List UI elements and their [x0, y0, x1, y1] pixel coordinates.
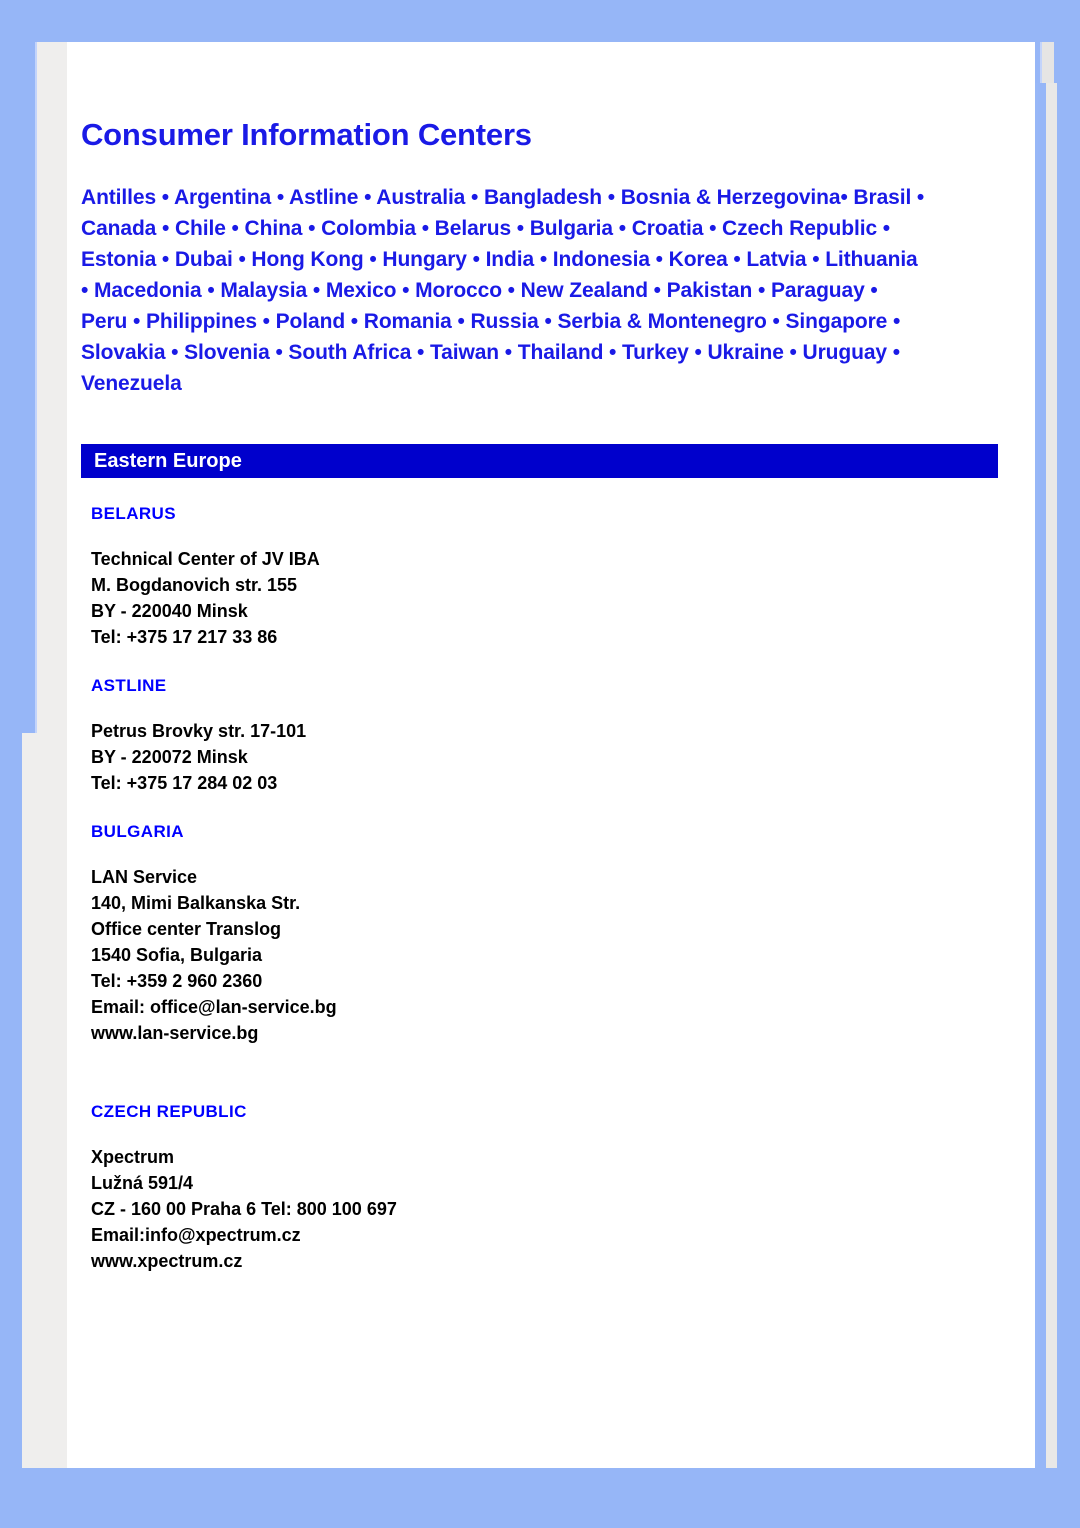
- region-section-header: Eastern Europe: [81, 444, 998, 479]
- country-index-line: Slovakia • Slovenia • South Africa • Tai…: [81, 341, 900, 365]
- address-line: Office center Translog: [91, 919, 282, 940]
- address-line: Xpectrum: [91, 1147, 175, 1168]
- page-edge-rail-blue: [1035, 83, 1038, 1468]
- page-edge-rail-top: [1040, 42, 1054, 83]
- page-edge-rail-gray: [1046, 83, 1057, 1468]
- address-line: Technical Center of JV IBA: [91, 549, 320, 570]
- address-line-phone: Tel: +375 17 217 33 86: [91, 627, 278, 648]
- address-line: M. Bogdanovich str. 155: [91, 575, 298, 596]
- address-line: LAN Service: [91, 867, 198, 888]
- country-index-line: Estonia • Dubai • Hong Kong • Hungary • …: [81, 248, 918, 272]
- country-index-line: Canada • Chile • China • Colombia • Bela…: [81, 217, 891, 241]
- page-gutter-lower: [22, 733, 67, 1468]
- address-line-email: Email: office@lan-service.bg: [91, 997, 337, 1018]
- contact-entry-address: Technical Center of JV IBA M. Bogdanovic…: [81, 546, 1021, 650]
- address-line-phone: Tel: +359 2 960 2360: [91, 971, 263, 992]
- address-line-website: www.xpectrum.cz: [91, 1251, 243, 1272]
- country-index-list: Antilles • Argentina • Astline • Austral…: [81, 152, 1031, 399]
- contact-entry-heading: CZECH REPUBLIC: [91, 1102, 247, 1122]
- page-gutter-upper: [35, 42, 69, 734]
- contact-entry-belarus: BELARUS Technical Center of JV IBA M. Bo…: [81, 504, 1021, 650]
- contact-entry-czech-republic: CZECH REPUBLIC Xpectrum Lužná 591/4 CZ -…: [81, 1102, 1021, 1274]
- page-title: Consumer Information Centers: [81, 117, 532, 152]
- contact-entry-heading: BULGARIA: [91, 822, 184, 842]
- address-line: 1540 Sofia, Bulgaria: [91, 945, 263, 966]
- country-index-line: Venezuela: [81, 372, 182, 396]
- address-line: BY - 220072 Minsk: [91, 747, 248, 768]
- contact-entry-bulgaria: BULGARIA LAN Service 140, Mimi Balkanska…: [81, 822, 1021, 1046]
- address-line: 140, Mimi Balkanska Str.: [91, 893, 301, 914]
- address-line: Petrus Brovky str. 17-101: [91, 721, 307, 742]
- country-index-line: Peru • Philippines • Poland • Romania • …: [81, 310, 901, 334]
- contact-entry-address: Petrus Brovky str. 17-101 BY - 220072 Mi…: [81, 718, 1021, 796]
- address-line-email: Email:info@xpectrum.cz: [91, 1225, 301, 1246]
- country-index-line: • Macedonia • Malaysia • Mexico • Morocc…: [81, 279, 878, 303]
- country-index-line: Antilles • Argentina • Astline • Austral…: [81, 186, 925, 210]
- contact-entry-address: LAN Service 140, Mimi Balkanska Str. Off…: [81, 864, 1021, 1046]
- address-line: Lužná 591/4: [91, 1173, 194, 1194]
- contact-entry-heading: ASTLINE: [91, 676, 167, 696]
- contact-entry-address: Xpectrum Lužná 591/4 CZ - 160 00 Praha 6…: [81, 1144, 1021, 1274]
- contact-entry-heading: BELARUS: [91, 504, 176, 524]
- address-line-phone: Tel: +375 17 284 02 03: [91, 773, 278, 794]
- address-line-phone: CZ - 160 00 Praha 6 Tel: 800 100 697: [91, 1199, 397, 1220]
- document-content: Consumer Information Centers Antilles • …: [81, 42, 1021, 1274]
- page-frame: Consumer Information Centers Antilles • …: [0, 0, 1080, 1528]
- contact-entry-astline: ASTLINE Petrus Brovky str. 17-101 BY - 2…: [81, 676, 1021, 796]
- address-line-website: www.lan-service.bg: [91, 1023, 259, 1044]
- address-line: BY - 220040 Minsk: [91, 601, 248, 622]
